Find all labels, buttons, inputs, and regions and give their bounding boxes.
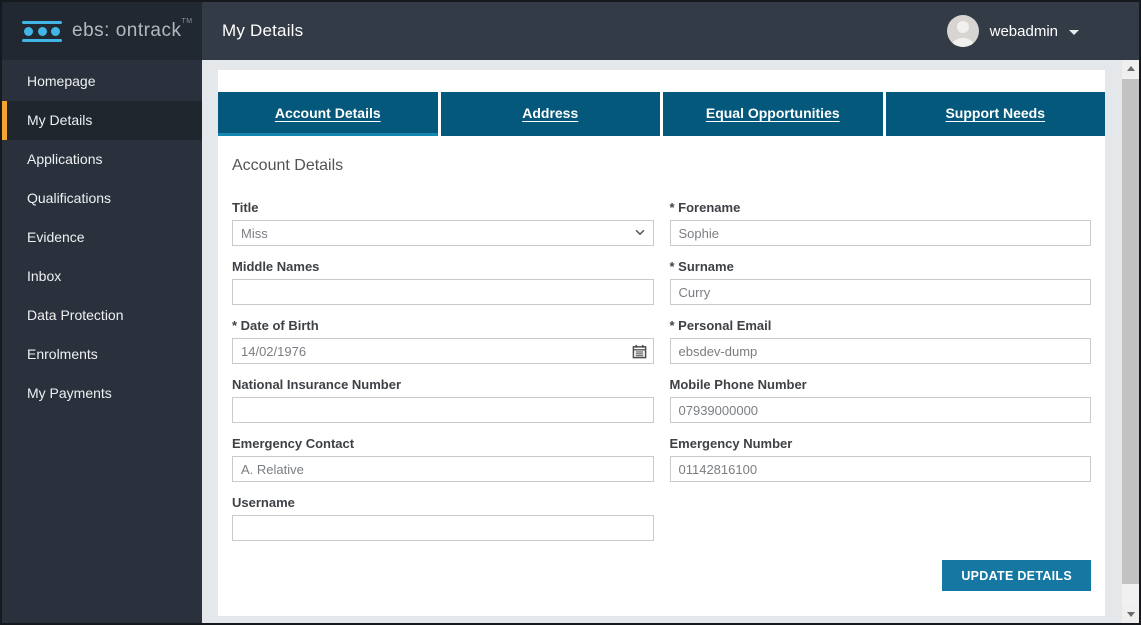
- field-title: Title Miss: [232, 200, 654, 246]
- personal-email-input[interactable]: [670, 338, 1092, 364]
- tab-bar: Account Details Address Equal Opportunitie…: [218, 92, 1105, 136]
- sidebar-item-my-payments[interactable]: My Payments: [2, 374, 202, 413]
- field-label: Emergency Number: [670, 436, 1092, 451]
- caret-down-icon: [1069, 30, 1079, 35]
- sidebar-item-label: Enrolments: [27, 346, 98, 362]
- user-name: webadmin: [990, 23, 1058, 40]
- details-panel: Account Details Address Equal Opportunitie…: [218, 70, 1105, 616]
- sidebar-item-label: Inbox: [27, 268, 61, 284]
- scroll-up-icon: [1127, 66, 1135, 71]
- scrollbar-thumb[interactable]: [1122, 79, 1139, 584]
- sidebar-item-data-protection[interactable]: Data Protection: [2, 296, 202, 335]
- username-input[interactable]: [232, 515, 654, 541]
- sidebar-item-inbox[interactable]: Inbox: [2, 257, 202, 296]
- national-insurance-number-input[interactable]: [232, 397, 654, 423]
- sidebar-item-my-details[interactable]: My Details: [2, 101, 202, 140]
- title-select[interactable]: Miss: [232, 220, 654, 246]
- tab-label: Account Details: [275, 105, 381, 121]
- sidebar-item-label: Evidence: [27, 229, 85, 245]
- tab-label: Address: [522, 105, 578, 121]
- field-label: Middle Names: [232, 259, 654, 274]
- sidebar-item-evidence[interactable]: Evidence: [2, 218, 202, 257]
- field-label: * Personal Email: [670, 318, 1092, 333]
- field-label: Title: [232, 200, 654, 215]
- date-of-birth-input[interactable]: [232, 338, 654, 364]
- tab-label: Support Needs: [945, 105, 1045, 121]
- field-surname: * Surname: [670, 259, 1092, 305]
- avatar: [947, 15, 979, 47]
- chevron-down-icon: [633, 225, 647, 242]
- sidebar-item-label: Homepage: [27, 73, 96, 89]
- trademark-mark: TM: [182, 18, 193, 25]
- logo-line-top: [22, 21, 62, 24]
- sidebar-item-applications[interactable]: Applications: [2, 140, 202, 179]
- tab-account-details[interactable]: Account Details: [218, 92, 438, 136]
- field-mobile-phone-number: Mobile Phone Number: [670, 377, 1092, 423]
- scrollbar[interactable]: [1122, 60, 1139, 623]
- top-bar-main: My Details webadmin: [202, 2, 1139, 60]
- sidebar-item-label: Applications: [27, 151, 103, 167]
- field-label: * Date of Birth: [232, 318, 654, 333]
- sidebar-nav: Homepage My Details Applications Qualificat…: [2, 60, 202, 623]
- field-label: * Surname: [670, 259, 1092, 274]
- sidebar-item-label: My Payments: [27, 385, 112, 401]
- avatar-shoulders: [952, 38, 974, 47]
- field-username: Username: [232, 495, 654, 541]
- tab-support-needs[interactable]: Support Needs: [886, 92, 1106, 136]
- field-label: Emergency Contact: [232, 436, 654, 451]
- field-emergency-contact: Emergency Contact: [232, 436, 654, 482]
- avatar-head: [957, 21, 969, 33]
- tab-label: Equal Opportunities: [706, 105, 840, 121]
- surname-input[interactable]: [670, 279, 1092, 305]
- field-label: * Forename: [670, 200, 1092, 215]
- tab-equal-opportunities[interactable]: Equal Opportunities: [663, 92, 883, 136]
- sidebar-item-enrolments[interactable]: Enrolments: [2, 335, 202, 374]
- selected-value: Miss: [241, 226, 268, 241]
- field-label: Mobile Phone Number: [670, 377, 1092, 392]
- middle-names-input[interactable]: [232, 279, 654, 305]
- brand-logo-text: ebs: ontrackTM: [72, 20, 193, 42]
- section-heading: Account Details: [232, 157, 1091, 175]
- logo-line-bottom: [22, 39, 62, 42]
- sidebar-item-qualifications[interactable]: Qualifications: [2, 179, 202, 218]
- main-content: Account Details Address Equal Opportunitie…: [202, 60, 1139, 623]
- field-personal-email: * Personal Email: [670, 318, 1092, 364]
- field-label: Username: [232, 495, 654, 510]
- sidebar-item-homepage[interactable]: Homepage: [2, 62, 202, 101]
- field-date-of-birth: * Date of Birth: [232, 318, 654, 364]
- brand-name: ebs: ontrack: [72, 20, 182, 41]
- form-grid: Title Miss * Forename Middle Names * Surname…: [232, 200, 1091, 541]
- panel-inner: Account Details Title Miss * Forename Middl…: [218, 136, 1105, 599]
- update-details-button[interactable]: UPDATE DETAILS: [942, 560, 1091, 591]
- scroll-down-button[interactable]: [1122, 606, 1139, 623]
- field-middle-names: Middle Names: [232, 259, 654, 305]
- emergency-number-input[interactable]: [670, 456, 1092, 482]
- app-window: ebs: ontrackTM My Details webadmin Homep…: [0, 0, 1141, 625]
- page-title: My Details: [222, 21, 303, 41]
- forename-input[interactable]: [670, 220, 1092, 246]
- top-bar: ebs: ontrackTM My Details webadmin: [2, 2, 1139, 60]
- user-menu[interactable]: webadmin: [947, 15, 1079, 47]
- body-row: Homepage My Details Applications Qualificat…: [2, 60, 1139, 623]
- logo-dots: [22, 27, 62, 36]
- calendar-icon[interactable]: [631, 342, 649, 360]
- field-forename: * Forename: [670, 200, 1092, 246]
- field-national-insurance-number: National Insurance Number: [232, 377, 654, 423]
- logo-dot: [51, 27, 60, 36]
- sidebar-item-label: Data Protection: [27, 307, 124, 323]
- emergency-contact-input[interactable]: [232, 456, 654, 482]
- logo-dot: [24, 27, 33, 36]
- mobile-phone-number-input[interactable]: [670, 397, 1092, 423]
- brand-area: ebs: ontrackTM: [2, 2, 202, 60]
- field-label: National Insurance Number: [232, 377, 654, 392]
- sidebar-item-label: My Details: [27, 112, 92, 128]
- brand-logo-icon: [22, 21, 62, 42]
- sidebar-item-label: Qualifications: [27, 190, 111, 206]
- logo-dot: [38, 27, 47, 36]
- scroll-down-icon: [1127, 612, 1135, 617]
- field-emergency-number: Emergency Number: [670, 436, 1092, 482]
- button-row: UPDATE DETAILS: [232, 560, 1091, 591]
- scroll-up-button[interactable]: [1122, 60, 1139, 77]
- tab-address[interactable]: Address: [441, 92, 661, 136]
